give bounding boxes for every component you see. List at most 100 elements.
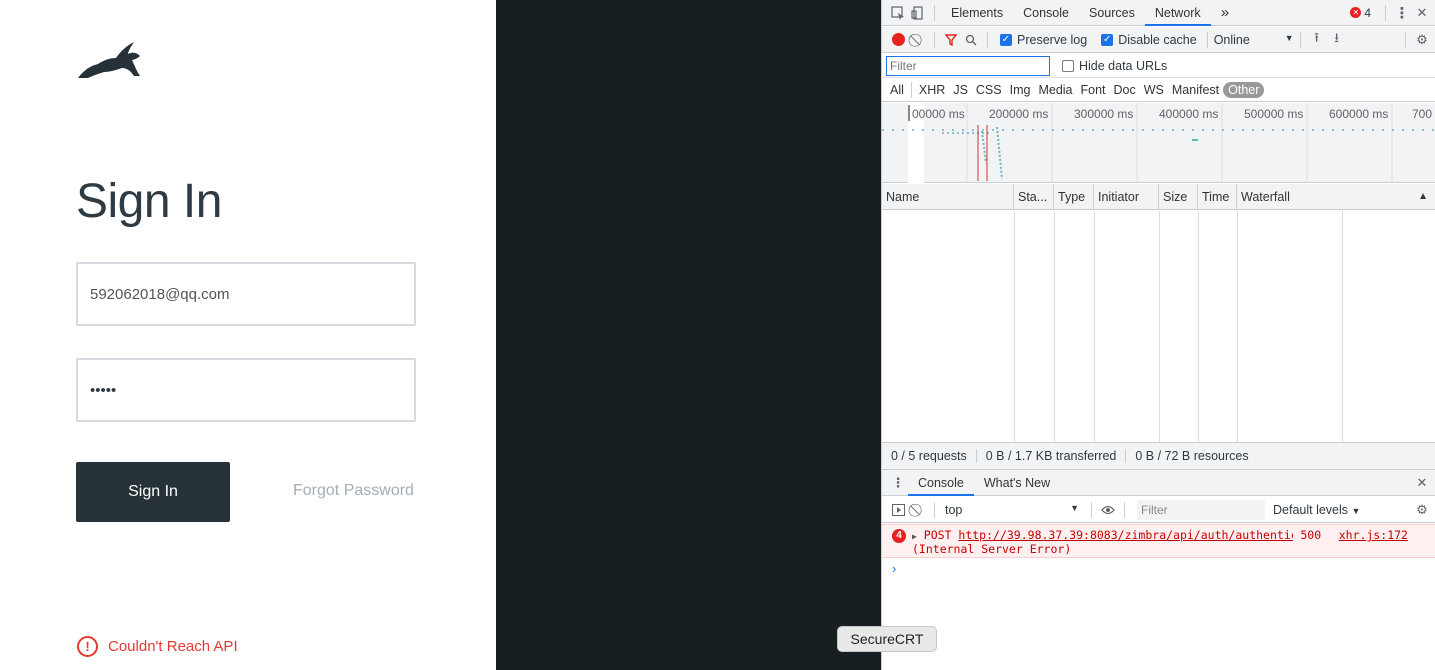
taskbar-tooltip: SecureCRT xyxy=(837,626,937,652)
device-toolbar-icon[interactable] xyxy=(908,3,928,23)
preserve-log-checkbox[interactable]: ✓ Preserve log xyxy=(1000,33,1087,47)
timeline-tick-1: 200000 ms xyxy=(989,107,1048,121)
type-filter-ws[interactable]: WS xyxy=(1140,83,1168,97)
timeline-chart: 00000 ms 200000 ms 300000 ms 400000 ms 5… xyxy=(882,103,1435,183)
expand-triangle-icon[interactable]: ▶ xyxy=(912,532,917,541)
divider xyxy=(1159,211,1160,442)
column-waterfall[interactable]: Waterfall ▲ xyxy=(1237,184,1435,210)
drawer-menu-icon[interactable]: ⋮ xyxy=(888,473,908,493)
search-icon[interactable] xyxy=(961,30,981,50)
more-options-icon[interactable]: ⋮ xyxy=(1392,3,1412,23)
filter-funnel-icon[interactable] xyxy=(941,30,961,50)
type-filter-js[interactable]: JS xyxy=(949,83,972,97)
export-har-icon[interactable]: ⭳ xyxy=(1327,30,1347,50)
column-status[interactable]: Sta... xyxy=(1014,183,1054,210)
tab-elements[interactable]: Elements xyxy=(941,0,1013,26)
error-method: POST xyxy=(923,528,952,542)
password-field[interactable] xyxy=(78,360,414,420)
rabbit-logo-icon xyxy=(78,42,140,78)
type-filter-font[interactable]: Font xyxy=(1077,83,1110,97)
context-select[interactable]: top ▼ xyxy=(945,503,1085,517)
type-filter-css[interactable]: CSS xyxy=(972,83,1006,97)
divider xyxy=(1206,31,1208,48)
email-field-wrapper xyxy=(76,262,416,326)
sidebar-toggle-icon[interactable] xyxy=(888,500,908,520)
drawer-tab-console[interactable]: Console xyxy=(908,470,974,496)
divider xyxy=(1014,211,1015,442)
error-count-badge: 4 xyxy=(892,529,906,543)
type-filter-manifest[interactable]: Manifest xyxy=(1168,83,1223,97)
timeline-tick-6: 700 xyxy=(1412,107,1432,121)
column-type[interactable]: Type xyxy=(1054,183,1094,210)
disable-cache-checkbox[interactable]: ✓ Disable cache xyxy=(1101,33,1197,47)
context-value: top xyxy=(945,502,963,517)
sign-in-button[interactable]: Sign In xyxy=(76,462,230,522)
hide-data-urls-checkbox[interactable]: Hide data URLs xyxy=(1062,59,1167,73)
type-filter-doc[interactable]: Doc xyxy=(1110,83,1140,97)
error-url-link[interactable]: http://39.98.37.39:8083/zimbra/api/auth/… xyxy=(958,528,1293,542)
drawer-tab-whats-new[interactable]: What's New xyxy=(974,470,1060,496)
record-icon[interactable] xyxy=(888,30,908,50)
network-filter-input[interactable] xyxy=(886,55,1050,76)
divider xyxy=(1405,31,1406,48)
divider xyxy=(934,31,935,48)
forgot-password-link[interactable]: Forgot Password xyxy=(293,482,414,500)
console-filter-input[interactable]: Filter xyxy=(1137,499,1265,520)
type-filter-other[interactable]: Other xyxy=(1223,81,1265,98)
import-har-icon[interactable]: ⭱ xyxy=(1307,30,1327,50)
chevron-down-icon: ▼ xyxy=(1070,502,1079,513)
close-drawer-icon[interactable]: ✕ xyxy=(1412,473,1432,493)
checkbox-unchecked-icon xyxy=(1062,59,1074,72)
network-overview-timeline[interactable]: 00000 ms 200000 ms 300000 ms 400000 ms 5… xyxy=(882,103,1435,183)
log-levels-select[interactable]: Default levels ▼ xyxy=(1273,503,1360,517)
timeline-tick-0: 00000 ms xyxy=(912,107,965,121)
column-size[interactable]: Size xyxy=(1159,183,1198,210)
type-filter-xhr[interactable]: XHR xyxy=(915,83,949,97)
tab-network[interactable]: Network xyxy=(1144,0,1211,26)
tab-console[interactable]: Console xyxy=(1013,0,1079,26)
email-field[interactable] xyxy=(78,264,414,324)
console-settings-gear-icon[interactable]: ⚙ xyxy=(1412,500,1432,520)
timeline-tick-2: 300000 ms xyxy=(1074,107,1133,121)
error-source-link[interactable]: xhr.js:172 xyxy=(1339,528,1408,542)
divider xyxy=(1237,211,1238,442)
type-filter-media[interactable]: Media xyxy=(1034,83,1076,97)
eye-icon[interactable] xyxy=(1098,500,1118,520)
column-time[interactable]: Time xyxy=(1198,183,1237,210)
checkbox-checked-icon: ✓ xyxy=(1000,33,1012,46)
clear-console-icon[interactable]: ⃠ xyxy=(908,500,928,520)
divider xyxy=(1342,211,1343,442)
filter-row: Hide data URLs xyxy=(882,54,1435,78)
network-summary-bar: 0 / 5 requests 0 B / 1.7 KB transferred … xyxy=(882,442,1435,470)
divider xyxy=(1198,211,1199,442)
error-x-icon: ✕ xyxy=(1350,7,1362,18)
network-grid-body xyxy=(882,211,1435,442)
throttling-select[interactable]: Online ▼ xyxy=(1214,33,1294,47)
resource-type-filters: All XHR JS CSS Img Media Font Doc WS Man… xyxy=(882,78,1435,102)
divider xyxy=(1054,211,1055,442)
gear-icon[interactable]: ⚙ xyxy=(1412,30,1432,50)
column-name[interactable]: Name xyxy=(882,183,1014,210)
close-devtools-icon[interactable]: ✕ xyxy=(1412,3,1432,23)
error-badge[interactable]: ✕ 4 xyxy=(1350,6,1371,20)
type-filter-img[interactable]: Img xyxy=(1006,83,1035,97)
timeline-tick-4: 500000 ms xyxy=(1244,107,1303,121)
divider xyxy=(1124,501,1125,518)
log-levels-value: Default levels xyxy=(1273,502,1349,517)
page-title: Sign In xyxy=(76,175,222,228)
divider xyxy=(1385,4,1386,21)
type-filter-all[interactable]: All xyxy=(886,83,908,97)
console-error-message[interactable]: 4 ▶ POST http://39.98.37.39:8083/zimbra/… xyxy=(882,524,1435,558)
chevron-down-icon: ▼ xyxy=(1284,32,1294,43)
more-tabs-button[interactable]: » xyxy=(1211,0,1239,26)
tab-sources[interactable]: Sources xyxy=(1079,0,1145,26)
console-toolbar: ⃠ top ▼ Filter Default levels ▼ ⚙ xyxy=(882,497,1435,523)
error-status-text: (Internal Server Error) xyxy=(912,542,1072,556)
column-initiator[interactable]: Initiator xyxy=(1094,183,1159,210)
clear-icon[interactable]: ⃠ xyxy=(908,30,928,50)
console-prompt-chevron-icon[interactable]: › xyxy=(892,561,896,576)
timeline-tick-5: 600000 ms xyxy=(1329,107,1388,121)
sort-triangle-icon: ▲ xyxy=(1418,190,1428,202)
inspect-element-icon[interactable] xyxy=(888,3,908,23)
error-line: ▶ POST http://39.98.37.39:8083/zimbra/ap… xyxy=(912,528,1321,542)
